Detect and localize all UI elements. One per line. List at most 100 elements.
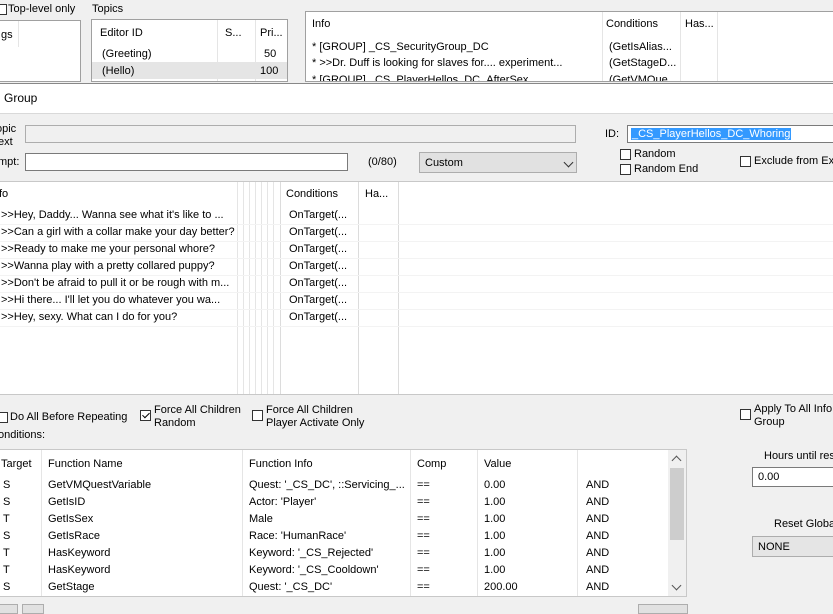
response-row[interactable]: >>Can a girl with a collar make your day… — [0, 224, 833, 242]
condition-and: AND — [586, 530, 610, 542]
condition-value: 1.00 — [484, 564, 506, 576]
topic-text-field[interactable] — [25, 125, 576, 143]
responses-header-info[interactable]: fo — [0, 188, 8, 200]
condition-value: 1.00 — [484, 530, 506, 542]
response-conditions: OnTarget(... — [289, 277, 348, 289]
condition-row[interactable]: S GetVMQuestVariable Quest: '_CS_DC', ::Se… — [0, 477, 669, 494]
conditions-table[interactable]: Target Function Name Function Info Comp … — [0, 449, 687, 597]
bottom-partial-button[interactable] — [0, 604, 18, 614]
cond-header-value[interactable]: Value — [484, 458, 511, 470]
condition-info: Race: 'HumanRace' — [249, 530, 347, 542]
bottom-partial-button-2[interactable] — [22, 604, 44, 614]
group-dialog: Group opic ext ID: _CS_PlayerHellos_DC_W… — [0, 83, 833, 614]
info-row[interactable]: * [GROUP] _CS_PlayerHellos_DC_AfterSex (… — [306, 72, 833, 82]
condition-row[interactable]: S GetStage Quest: '_CS_DC' == 200.00 AND — [0, 579, 669, 596]
char-count: (0/80) — [368, 156, 397, 168]
condition-fn: GetIsID — [48, 496, 86, 508]
topic-row-pri: 50 — [264, 48, 277, 60]
info-header-has[interactable]: Has... — [685, 18, 714, 30]
info-header-info[interactable]: Info — [312, 18, 330, 30]
topics-header-pri[interactable]: Pri... — [260, 27, 283, 39]
response-conditions: OnTarget(... — [289, 311, 348, 323]
condition-row[interactable]: T HasKeyword Keyword: '_CS_Rejected' == 1.00… — [0, 545, 669, 562]
chevron-down-icon — [563, 157, 574, 168]
cond-header-function-name[interactable]: Function Name — [48, 458, 123, 470]
info-header-conditions[interactable]: Conditions — [606, 18, 658, 30]
topics-header-editorid[interactable]: Editor ID — [100, 27, 143, 39]
condition-row[interactable]: T GetIsSex Male == 1.00 AND — [0, 511, 669, 528]
topic-text-label: opic — [0, 123, 17, 135]
topic-row[interactable]: (Hello) 100 — [92, 62, 287, 79]
id-value: _CS_PlayerHellos_DC_Whoring — [631, 128, 792, 140]
force-player-label-2: Player Activate Only — [266, 417, 365, 429]
dialog-title: Group — [4, 91, 38, 105]
info-row-cond: (GetIsAlias... — [609, 41, 672, 53]
response-row[interactable]: >>Wanna play with a pretty collared pupp… — [0, 258, 833, 276]
random-checkbox[interactable] — [620, 149, 631, 160]
cond-header-function-info[interactable]: Function Info — [249, 458, 313, 470]
info-row-cond: (GetVMQue... — [609, 74, 677, 82]
force-player-checkbox[interactable] — [252, 410, 263, 421]
condition-comp: == — [417, 530, 430, 542]
random-end-checkbox[interactable] — [620, 164, 631, 175]
topics-label: Topics — [92, 3, 124, 15]
condition-row[interactable]: T HasKeyword Keyword: '_CS_Cooldown' == 1.00… — [0, 562, 669, 579]
hours-label: Hours until res — [764, 450, 833, 462]
response-text: >>Hey, sexy. What can I do for you? — [1, 311, 178, 323]
force-random-checkbox[interactable] — [140, 410, 151, 421]
id-field[interactable]: _CS_PlayerHellos_DC_Whoring — [627, 125, 833, 143]
condition-info: Male — [249, 513, 273, 525]
id-label: ID: — [605, 128, 620, 140]
scroll-thumb[interactable] — [670, 468, 684, 540]
conditions-scrollbar[interactable] — [668, 450, 686, 596]
response-row[interactable]: >>Hey, Daddy... Wanna see what it's like… — [0, 207, 833, 225]
condition-info: Keyword: '_CS_Cooldown' — [249, 564, 379, 576]
prompt-type-combo[interactable]: Custom — [419, 152, 577, 173]
do-all-checkbox[interactable] — [0, 412, 8, 423]
combo-value: Custom — [425, 157, 463, 169]
response-row[interactable]: >>Ready to make me your personal whore? O… — [0, 241, 833, 259]
condition-value: 1.00 — [484, 547, 506, 559]
apply-info-checkbox[interactable] — [740, 409, 751, 420]
info-row[interactable]: * >>Dr. Duff is looking for slaves for..… — [306, 55, 833, 71]
left-partial-list[interactable]: gs — [0, 20, 81, 82]
condition-value: 1.00 — [484, 513, 506, 525]
condition-fn: HasKeyword — [48, 547, 111, 559]
condition-target: S — [3, 530, 11, 542]
reset-global-value: NONE — [758, 541, 790, 553]
cond-header-comp[interactable]: Comp — [417, 458, 446, 470]
info-list[interactable]: Info Conditions Has... * [GROUP] _CS_Sec… — [305, 11, 833, 82]
topic-row[interactable]: (Greeting) 50 — [92, 45, 287, 62]
reset-global-combo[interactable]: NONE — [752, 536, 833, 557]
hours-field[interactable]: 0.00 — [752, 467, 833, 487]
condition-fn: GetVMQuestVariable — [48, 479, 152, 491]
response-text: >>Wanna play with a pretty collared pupp… — [1, 260, 215, 272]
response-conditions: OnTarget(... — [289, 226, 348, 238]
toplevel-checkbox[interactable] — [0, 4, 7, 15]
response-row[interactable]: >>Don't be afraid to pull it or be rough… — [0, 275, 833, 293]
info-row[interactable]: * [GROUP] _CS_SecurityGroup_DC (GetIsAli… — [306, 39, 833, 55]
scroll-down-icon[interactable] — [671, 580, 682, 591]
responses-list[interactable]: fo Conditions Ha... >>Hey, Daddy... Wann… — [0, 181, 833, 395]
condition-info: Keyword: '_CS_Rejected' — [249, 547, 374, 559]
topics-list[interactable]: Editor ID S... Pri... (Greeting) 50 (Hel… — [91, 19, 288, 82]
prompt-field[interactable] — [25, 153, 348, 171]
scroll-up-icon[interactable] — [671, 455, 682, 466]
responses-header-has[interactable]: Ha... — [365, 188, 388, 200]
apply-info-label-2: Group — [754, 416, 785, 428]
cond-header-target[interactable]: Target — [1, 458, 32, 470]
reset-global-label: Reset Global — [774, 518, 833, 530]
response-row[interactable]: >>Hi there... I'll let you do whatever y… — [0, 292, 833, 310]
response-text: >>Ready to make me your personal whore? — [1, 243, 216, 255]
response-row[interactable]: >>Hey, sexy. What can I do for you? OnTar… — [0, 309, 833, 327]
condition-row[interactable]: S GetIsID Actor: 'Player' == 1.00 AND — [0, 494, 669, 511]
condition-comp: == — [417, 479, 430, 491]
condition-target: T — [3, 547, 10, 559]
condition-info: Actor: 'Player' — [249, 496, 317, 508]
responses-header-conditions[interactable]: Conditions — [286, 188, 338, 200]
exclude-checkbox[interactable] — [740, 156, 751, 167]
bottom-partial-button-3[interactable] — [638, 604, 688, 614]
topics-header-s[interactable]: S... — [225, 27, 242, 39]
condition-fn: GetIsRace — [48, 530, 100, 542]
condition-row[interactable]: S GetIsRace Race: 'HumanRace' == 1.00 AND — [0, 528, 669, 545]
